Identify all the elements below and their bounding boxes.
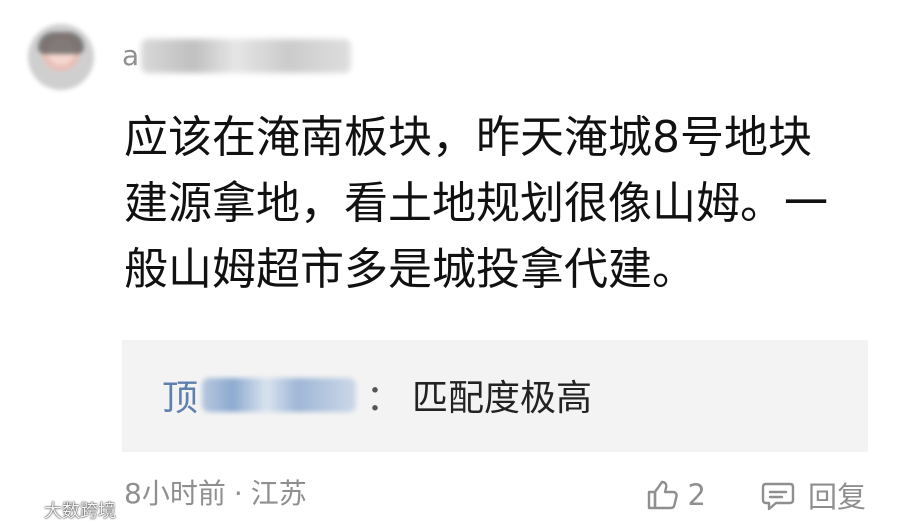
comment-time: 8小时前 (124, 477, 226, 510)
quoted-reply-box[interactable]: 顶 ： 匹配度极高 (122, 340, 868, 452)
comment-actions: 2 回复 (644, 473, 866, 517)
reply-label: 回复 (807, 480, 866, 514)
comment-author-visible-text: a (122, 39, 140, 72)
logo-mark-icon (4, 502, 36, 518)
reply-button[interactable]: 回复 (760, 474, 866, 516)
like-button[interactable]: 2 (644, 477, 706, 513)
comment-icon[interactable] (760, 477, 796, 513)
comment-author-redaction (141, 39, 352, 73)
user-avatar[interactable] (28, 24, 94, 90)
thumbs-up-icon[interactable] (644, 477, 680, 513)
comment-meta: 8小时前 · 江苏 (124, 474, 307, 514)
quoted-reply-content: 匹配度极高 (412, 378, 593, 419)
comment-text: 应该在淹南板块，昨天淹城8号地块建源拿地，看土地规划很像山姆。一般山姆超市多是城… (124, 112, 828, 295)
comment-author[interactable]: a (122, 36, 352, 76)
comment-location: 江苏 (250, 477, 307, 510)
watermark: 大数跨境 (4, 496, 116, 524)
meta-separator: · (233, 477, 243, 510)
quoted-reply-author-visible-text: 顶 (162, 378, 199, 419)
quoted-reply-author-redaction (202, 378, 357, 412)
quoted-reply-separator: ： (366, 378, 403, 419)
like-count: 2 (687, 478, 706, 512)
comment-card: a 应该在淹南板块，昨天淹城8号地块建源拿地，看土地规划很像山姆。一般山姆超市多… (0, 0, 900, 527)
quoted-reply-line: 顶 ： 匹配度极高 (162, 370, 592, 420)
watermark-text: 大数跨境 (44, 501, 116, 522)
